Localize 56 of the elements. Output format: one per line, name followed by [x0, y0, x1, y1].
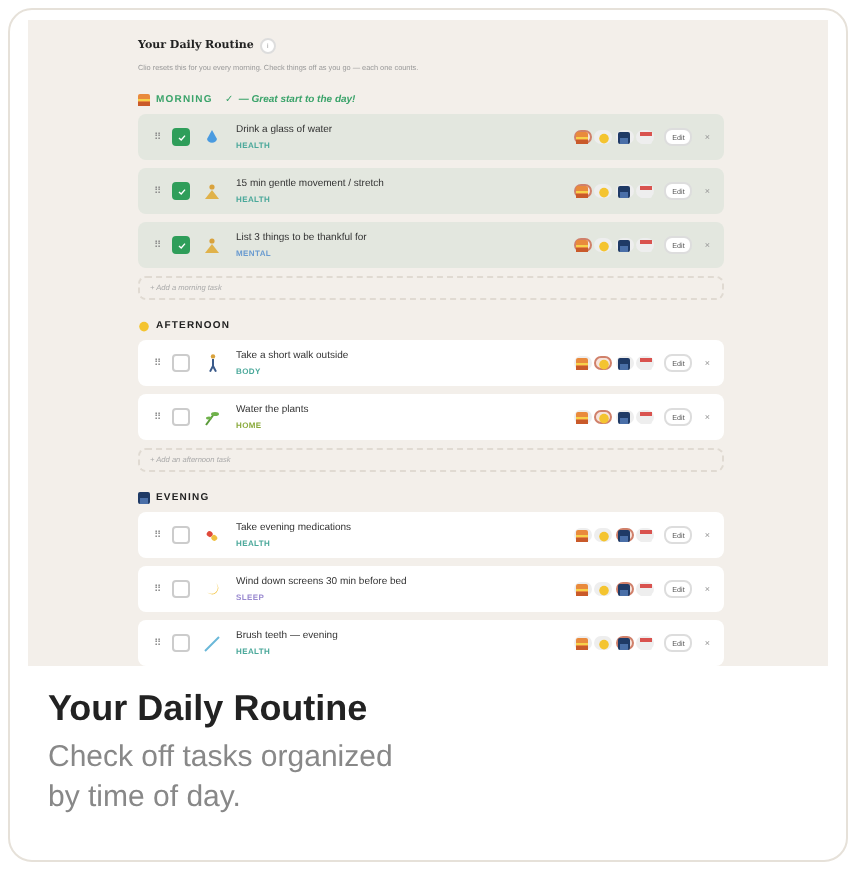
- caption-title: Your Daily Routine: [48, 688, 370, 730]
- checkbox[interactable]: [172, 408, 190, 426]
- sun-icon: [597, 637, 610, 649]
- sunrise-icon: [576, 131, 589, 143]
- check-icon: [177, 187, 185, 195]
- toothbrush-icon: [204, 635, 220, 651]
- time-slot-button[interactable]: [615, 636, 634, 650]
- time-slot-button[interactable]: [615, 528, 634, 542]
- time-slot-button[interactable]: [615, 356, 634, 370]
- sunrise-icon: [576, 411, 589, 423]
- checkbox[interactable]: [172, 354, 190, 372]
- night-icon: [618, 583, 631, 595]
- night-icon: [618, 529, 631, 541]
- night-icon: [618, 131, 631, 143]
- sun-icon: [597, 131, 610, 143]
- caption-text: Check off tasks organized by time of day.: [48, 738, 395, 818]
- sun-icon: [597, 239, 610, 251]
- checkbox[interactable]: [172, 236, 190, 254]
- night-icon: [618, 411, 631, 423]
- night-icon: [138, 492, 150, 504]
- time-slot-button[interactable]: [615, 238, 634, 252]
- sunrise-icon: [576, 357, 589, 369]
- night-icon: [618, 185, 631, 197]
- sprout-icon: [204, 409, 220, 425]
- sun-icon: [597, 529, 610, 541]
- night-icon: [618, 357, 631, 369]
- walking-figure-icon: [207, 354, 217, 372]
- checkbox[interactable]: [172, 182, 190, 200]
- meditating-figure-icon: [204, 237, 220, 253]
- sun-icon: [597, 357, 610, 369]
- moon-icon: [205, 582, 219, 596]
- time-slot-button[interactable]: [615, 410, 634, 424]
- night-icon: [618, 239, 631, 251]
- sun-icon: [597, 411, 610, 423]
- meditating-figure-icon: [204, 183, 220, 199]
- sun-icon: [597, 185, 610, 197]
- check-icon: [177, 241, 185, 249]
- sunrise-icon: [576, 583, 589, 595]
- sunrise-icon: [576, 239, 589, 251]
- check-icon: [177, 133, 185, 141]
- night-icon: [618, 637, 631, 649]
- pill-icon: [204, 527, 220, 543]
- sunrise-icon: [576, 185, 589, 197]
- checkbox[interactable]: [172, 580, 190, 598]
- checkbox[interactable]: [172, 526, 190, 544]
- checkbox[interactable]: [172, 128, 190, 146]
- sun-icon: [138, 320, 150, 332]
- sun-icon: [597, 583, 610, 595]
- sunrise-icon: [576, 529, 589, 541]
- time-slot-button[interactable]: [615, 582, 634, 596]
- sunrise-icon: [138, 93, 150, 105]
- water-drop-icon: [206, 129, 218, 145]
- time-slot-button[interactable]: [615, 184, 634, 198]
- sunrise-icon: [576, 637, 589, 649]
- checkbox[interactable]: [172, 634, 190, 652]
- time-slot-button[interactable]: [615, 130, 634, 144]
